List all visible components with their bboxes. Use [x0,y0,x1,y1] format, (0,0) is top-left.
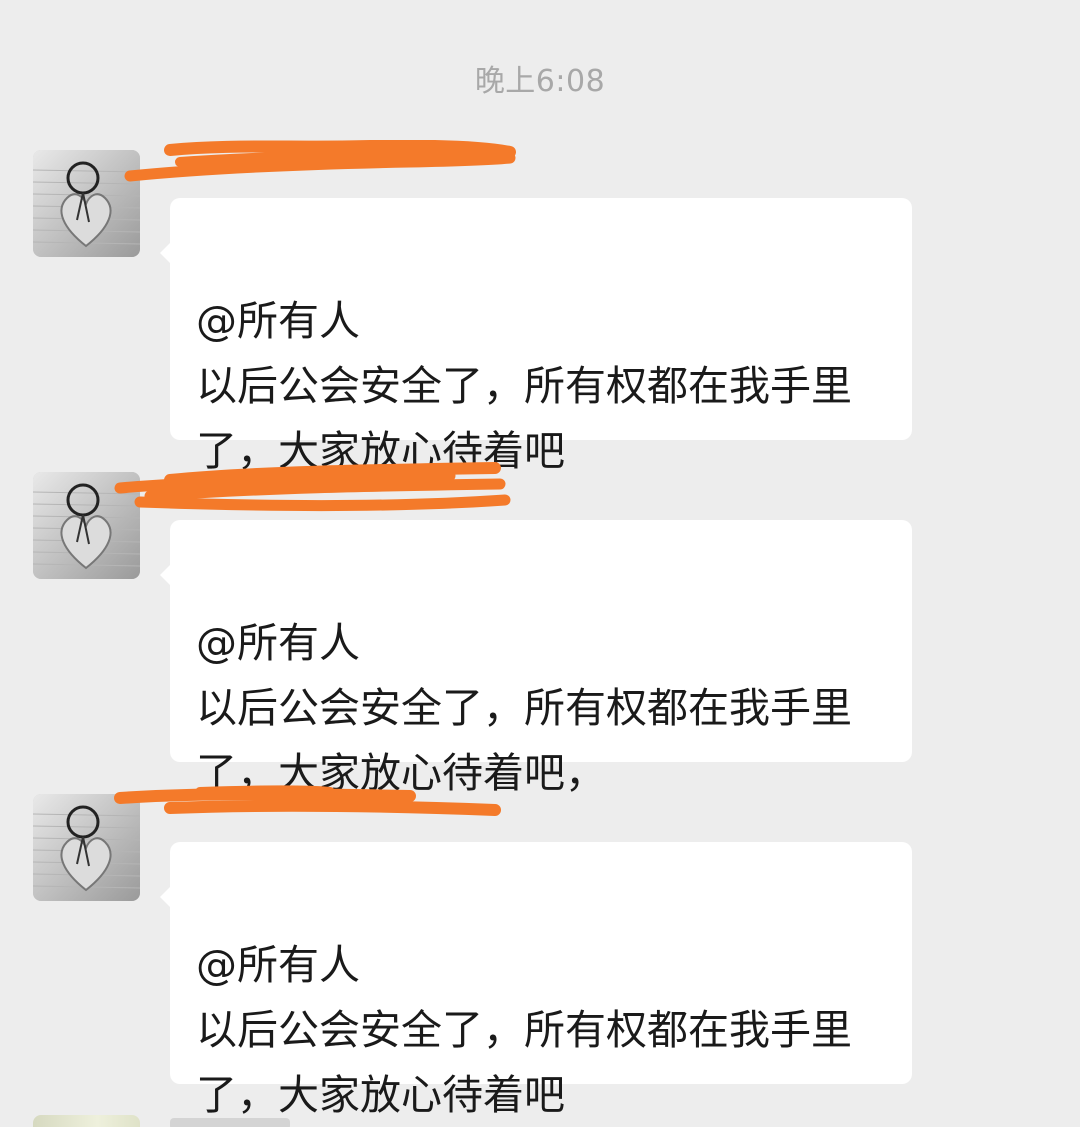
sender-avatar[interactable] [33,1115,140,1127]
redaction-scribble-icon [114,785,501,816]
message-text: 以后公会安全了，所有权都在我手里了，大家放心待着吧 [196,1006,852,1119]
message-text: 以后公会安全了，所有权都在我手里了，大家放心待着吧， [196,684,852,797]
redaction-scribble-icon [114,462,511,511]
sender-name-partial [170,1118,290,1127]
message-bubble[interactable]: @所有人以后公会安全了，所有权都在我手里了，大家放心待着吧， [160,520,912,797]
mention-all[interactable]: @所有人 [196,289,892,354]
redaction-scribble-icon [124,140,516,182]
message-timestamp: 晚上6:08 [474,64,606,99]
message-bubble[interactable]: @所有人以后公会安全了，所有权都在我手里了，大家放心待着吧 [160,198,912,475]
chat-view: 晚上6:08 @所有人 以后公会安全了，所有权都在我手里了，大家放心待着吧 @所… [0,0,1080,1127]
message-text: 以后公会安全了，所有权都在我手里了，大家放心待着吧 [196,362,852,475]
message-bubble[interactable]: @所有人以后公会安全了，所有权都在我手里了，大家放心待着吧 [160,842,912,1119]
mention-all[interactable]: @所有人 [196,611,892,676]
mention-all[interactable]: @所有人 [196,933,892,998]
